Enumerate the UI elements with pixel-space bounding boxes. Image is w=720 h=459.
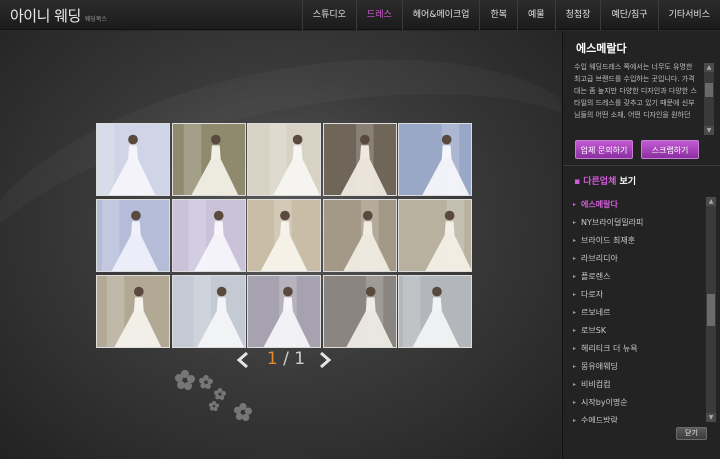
chevron-right-icon[interactable]: [318, 351, 332, 369]
shop-list-item[interactable]: ▸ 다로자: [563, 285, 703, 303]
heading-bullet-icon: ▪: [574, 177, 581, 187]
nav-item[interactable]: 스튜디오: [301, 0, 356, 30]
nav-item[interactable]: 기타서비스: [657, 0, 720, 30]
nav-item[interactable]: 헤어&메이크업: [401, 0, 480, 30]
description-scrollbar[interactable]: ▲ ▼: [704, 63, 714, 135]
shop-list-item[interactable]: ▸ 라브리디아: [563, 249, 703, 267]
gallery-area: 1 / 1: [0, 31, 561, 459]
dress-photo-thumbnail[interactable]: [171, 275, 246, 348]
shop-list-item[interactable]: ▸ 르보네르: [563, 303, 703, 321]
dress-photo-thumbnail[interactable]: [398, 199, 472, 272]
other-shops-heading: ▪ 다른업체 보기: [574, 174, 636, 187]
shop-list-item-label: 헤리티크 더 뉴욕: [581, 343, 638, 353]
shop-list-item-label: 에스메랄다: [581, 199, 618, 209]
shop-list-item-label: 로브SK: [581, 325, 607, 335]
shop-list-item-label: 수에드방랑: [581, 415, 618, 424]
dress-photo-thumbnail[interactable]: [96, 123, 170, 196]
bullet-icon: ▸: [573, 308, 577, 316]
inquiry-button[interactable]: 업체 문의하기: [575, 140, 633, 159]
shop-list-scrollbar[interactable]: ▲ ▼: [706, 197, 716, 422]
shop-list-item-label: 다로자: [581, 289, 604, 299]
shop-list-item[interactable]: ▸ 에스메랄다: [563, 195, 703, 213]
main-nav: 스튜디오 드레스 헤어&메이크업 한복 예물 청첩장 예단/침구 기타서비스: [301, 0, 720, 30]
flower-decoration-icon: [175, 370, 252, 421]
other-shops-label: 다른업체: [583, 177, 617, 187]
shop-description-box[interactable]: 수입 웨딩드레스 쪽에서는 너무도 유명한 최고급 브랜드를 수입하는 곳입니다…: [574, 61, 700, 135]
shop-list-item[interactable]: ▸ 몽유애웨딩: [563, 357, 703, 375]
scrap-button[interactable]: 스크랩하기: [641, 140, 699, 159]
dress-photo-thumbnail[interactable]: [322, 123, 397, 196]
bullet-icon: ▸: [573, 344, 577, 352]
bullet-icon: ▸: [573, 380, 577, 388]
shop-list-item-label: 라브리디아: [581, 253, 618, 263]
bullet-icon: ▸: [573, 236, 577, 244]
dress-photo-thumbnail[interactable]: [398, 123, 472, 196]
scroll-thumb[interactable]: [707, 294, 715, 326]
bullet-icon: ▸: [573, 272, 577, 280]
close-button[interactable]: 닫기: [676, 427, 707, 440]
bullet-icon: ▸: [573, 290, 577, 298]
shop-list-item-label: 시작by이명순: [581, 397, 628, 407]
dress-photo-thumbnail[interactable]: [96, 199, 170, 272]
shop-list-item[interactable]: ▸ 수에드방랑: [563, 411, 703, 424]
shop-sidebar: 에스메랄다 수입 웨딩드레스 쪽에서는 너무도 유명한 최고급 브랜드를 수입하…: [562, 31, 720, 459]
other-shops-view-label: 보기: [619, 177, 637, 187]
shop-list-item-label: NY브라이덜밀라피: [581, 217, 644, 227]
shop-list-item[interactable]: ▸ 브라이드 최재훈: [563, 231, 703, 249]
logo[interactable]: 아이니 웨딩 웨딩북스: [10, 5, 107, 26]
shop-list-item-label: 몽유애웨딩: [581, 361, 618, 371]
shop-list-item[interactable]: ▸ 헤리티크 더 뉴욕: [563, 339, 703, 357]
nav-item[interactable]: 예물: [517, 0, 555, 30]
shop-list-item[interactable]: ▸ 플로렌스: [563, 267, 703, 285]
bullet-icon: ▸: [573, 218, 577, 226]
shop-list-item-label: 브라이드 최재훈: [581, 235, 636, 245]
bullet-icon: ▸: [573, 416, 577, 424]
bullet-icon: ▸: [573, 326, 577, 334]
bullet-icon: ▸: [573, 200, 577, 208]
shop-list-item[interactable]: ▸ 로브SK: [563, 321, 703, 339]
scroll-up-icon[interactable]: ▲: [704, 63, 714, 72]
scroll-down-icon[interactable]: ▼: [704, 126, 714, 135]
photo-grid: [96, 123, 472, 348]
dress-photo-thumbnail[interactable]: [171, 199, 246, 272]
shop-list-item[interactable]: ▸ 비비컴컴: [563, 375, 703, 393]
dress-photo-thumbnail[interactable]: [247, 199, 321, 272]
top-bar: 아이니 웨딩 웨딩북스 스튜디오 드레스 헤어&메이크업 한복 예물 청첩장 예단/침구 기타…: [0, 0, 720, 30]
scroll-down-icon[interactable]: ▼: [706, 413, 716, 422]
dress-photo-thumbnail[interactable]: [171, 123, 246, 196]
shop-list-item-label: 플로렌스: [581, 271, 611, 281]
shop-list-item[interactable]: ▸ 시작by이명순: [563, 393, 703, 411]
dress-photo-thumbnail[interactable]: [247, 123, 321, 196]
logo-text: 아이니 웨딩: [10, 7, 81, 25]
bullet-icon: ▸: [573, 362, 577, 370]
scroll-thumb[interactable]: [705, 83, 713, 97]
scroll-up-icon[interactable]: ▲: [706, 197, 716, 206]
nav-item[interactable]: 드레스: [355, 0, 402, 30]
dress-photo-thumbnail[interactable]: [322, 199, 397, 272]
page-current: 1: [266, 349, 278, 369]
bullet-icon: ▸: [573, 254, 577, 262]
nav-item[interactable]: 예단/침구: [600, 0, 657, 30]
shop-description: 수입 웨딩드레스 쪽에서는 너무도 유명한 최고급 브랜드를 수입하는 곳입니다…: [574, 63, 697, 119]
nav-item[interactable]: 청첩장: [554, 0, 601, 30]
shop-list-item-label: 비비컴컴: [581, 379, 611, 389]
shop-list-item-label: 르보네르: [581, 307, 611, 317]
shop-list: ▸ 에스메랄다 ▸ NY브라이덜밀라피 ▸ 브라이드 최재훈 ▸ 라브리디아 ▸ 플로렌스 ▸ 다로자…: [563, 195, 703, 424]
logo-subtext: 웨딩북스: [84, 16, 107, 23]
shop-title: 에스메랄다: [576, 42, 627, 55]
page-total: 1: [294, 349, 306, 369]
shop-list-item[interactable]: ▸ NY브라이덜밀라피: [563, 213, 703, 231]
dress-photo-thumbnail[interactable]: [96, 275, 170, 348]
dress-photo-thumbnail[interactable]: [322, 275, 397, 348]
nav-item[interactable]: 한복: [479, 0, 517, 30]
page-indicator: 1 / 1: [260, 349, 312, 369]
bullet-icon: ▸: [573, 398, 577, 406]
page-separator: /: [283, 349, 289, 369]
dress-photo-thumbnail[interactable]: [398, 275, 472, 348]
dress-photo-thumbnail[interactable]: [247, 275, 321, 348]
divider: [563, 165, 720, 166]
